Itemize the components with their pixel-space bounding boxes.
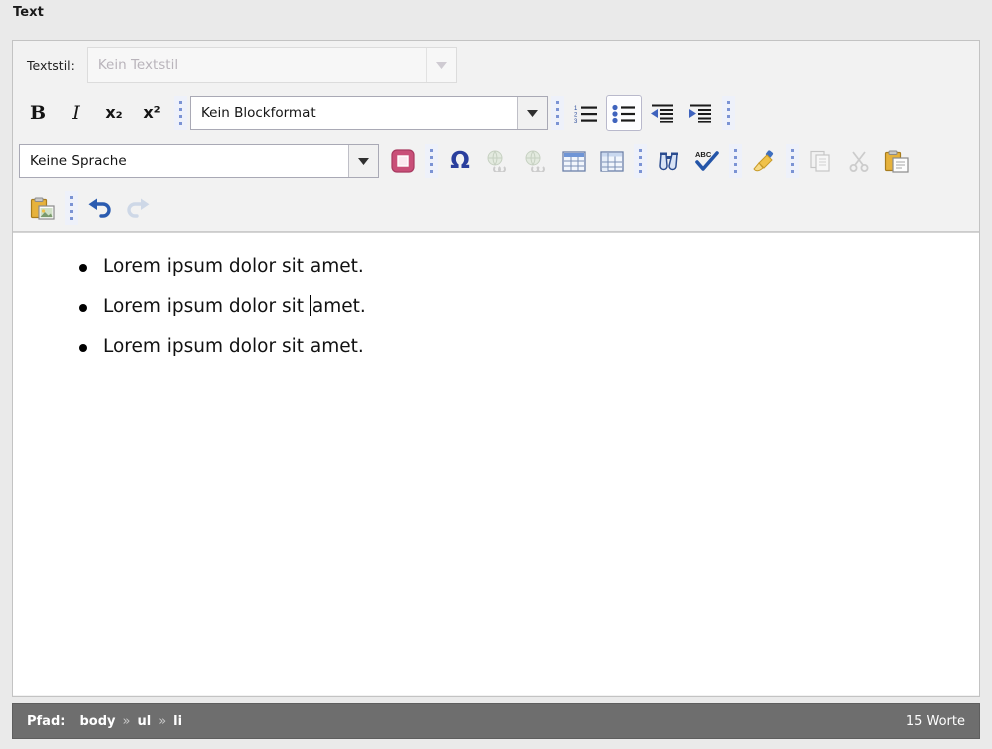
superscript-button[interactable]: x² bbox=[134, 95, 170, 131]
breadcrumb: Pfad: body » ul » li bbox=[27, 714, 182, 729]
breadcrumb-item-ul[interactable]: ul bbox=[137, 714, 151, 729]
list-item[interactable]: Lorem ipsum dolor sit amet. bbox=[79, 287, 979, 327]
breadcrumb-item-body[interactable]: body bbox=[79, 714, 115, 729]
breadcrumb-separator: » bbox=[158, 713, 167, 729]
broom-icon bbox=[753, 150, 774, 172]
editor-statusbar: Pfad: body » ul » li 15 Worte bbox=[12, 703, 980, 739]
table-icon bbox=[562, 150, 586, 172]
spellcheck-button[interactable]: ABC bbox=[689, 143, 725, 179]
redo-icon bbox=[127, 198, 150, 218]
table-header-icon bbox=[600, 150, 624, 172]
bullet-list: Lorem ipsum dolor sit amet. Lorem ipsum … bbox=[13, 247, 979, 367]
find-replace-button[interactable] bbox=[651, 143, 687, 179]
copy-button[interactable] bbox=[803, 143, 839, 179]
toolbar-separator bbox=[722, 96, 735, 130]
rich-text-editor: Textstil: Kein Textstil B I x₂ x² Kein B… bbox=[12, 40, 980, 697]
text-cursor bbox=[309, 295, 311, 316]
unlink-button[interactable] bbox=[518, 143, 554, 179]
chevron-down-icon bbox=[348, 145, 378, 177]
list-item[interactable]: Lorem ipsum dolor sit amet. bbox=[79, 247, 979, 287]
italic-button[interactable]: I bbox=[58, 95, 94, 131]
scissors-icon bbox=[849, 151, 869, 172]
indent-button[interactable] bbox=[682, 95, 718, 131]
special-char-button[interactable]: Ω bbox=[442, 143, 478, 179]
toolbar-separator bbox=[729, 144, 742, 178]
outdent-icon bbox=[651, 104, 673, 123]
italic-icon: I bbox=[72, 101, 80, 124]
editor-content-area[interactable]: Lorem ipsum dolor sit amet. Lorem ipsum … bbox=[13, 232, 979, 695]
outdent-button[interactable] bbox=[644, 95, 680, 131]
paste-icon bbox=[884, 150, 909, 173]
toolbar-separator bbox=[65, 191, 78, 225]
cut-button[interactable] bbox=[841, 143, 877, 179]
paste-image-button[interactable] bbox=[25, 190, 61, 226]
undo-icon bbox=[88, 198, 111, 218]
toolbar-row-2: B I x₂ x² Kein Blockformat 1 2 3 bbox=[13, 89, 979, 137]
insert-table-button[interactable] bbox=[556, 143, 592, 179]
insert-link-button[interactable] bbox=[480, 143, 516, 179]
toolbar-row-4 bbox=[13, 185, 979, 231]
bullet-list-button[interactable] bbox=[606, 95, 642, 131]
sprache-select-value: Keine Sprache bbox=[30, 153, 127, 169]
word-count: 15 Worte bbox=[905, 713, 965, 729]
chevron-down-icon bbox=[517, 97, 547, 129]
omega-icon: Ω bbox=[450, 147, 470, 174]
toolbar-separator bbox=[551, 96, 564, 130]
svg-text:ABC: ABC bbox=[695, 150, 712, 159]
toolbar-separator bbox=[425, 144, 438, 178]
svg-text:3: 3 bbox=[574, 119, 578, 123]
toolbar-separator bbox=[634, 144, 647, 178]
textstil-select-value: Kein Textstil bbox=[97, 57, 179, 73]
globe-unlink-icon bbox=[525, 150, 545, 172]
table-props-button[interactable] bbox=[594, 143, 630, 179]
binoculars-icon bbox=[659, 152, 678, 171]
anchor-icon bbox=[391, 149, 415, 173]
subscript-icon: x₂ bbox=[105, 103, 123, 122]
breadcrumb-item-li[interactable]: li bbox=[173, 714, 182, 729]
toolbar-separator bbox=[174, 96, 187, 130]
breadcrumb-separator: » bbox=[122, 713, 131, 729]
subscript-button[interactable]: x₂ bbox=[96, 95, 132, 131]
sprache-select[interactable]: Keine Sprache bbox=[19, 144, 379, 178]
numbered-list-icon: 1 2 3 bbox=[574, 106, 597, 123]
toolbar-separator bbox=[786, 144, 799, 178]
globe-link-icon bbox=[487, 150, 506, 172]
list-item-text-before: Lorem ipsum dolor sit bbox=[103, 296, 310, 317]
redo-button[interactable] bbox=[120, 190, 156, 226]
bold-icon: B bbox=[29, 101, 47, 124]
svg-text:1: 1 bbox=[574, 106, 578, 112]
blockformat-select-value: Kein Blockformat bbox=[201, 105, 316, 121]
anchor-button[interactable] bbox=[385, 143, 421, 179]
bullet-list-icon bbox=[612, 104, 635, 123]
undo-button[interactable] bbox=[82, 190, 118, 226]
list-item-text: Lorem ipsum dolor sit amet. bbox=[103, 336, 364, 357]
bold-button[interactable]: B bbox=[20, 95, 56, 131]
chevron-down-icon bbox=[425, 48, 456, 82]
paste-image-icon bbox=[30, 197, 55, 220]
list-item-text-after: amet. bbox=[311, 296, 366, 317]
toolbar-row-3: Keine Sprache Ω ABC bbox=[13, 137, 979, 185]
list-item-text: Lorem ipsum dolor sit amet. bbox=[103, 256, 364, 277]
remove-format-button[interactable] bbox=[746, 143, 782, 179]
toolbar-row-1: Textstil: Kein Textstil bbox=[13, 41, 979, 89]
textstil-label: Textstil: bbox=[27, 57, 75, 73]
textstil-select[interactable]: Kein Textstil bbox=[86, 47, 457, 83]
page-title: Text bbox=[13, 5, 44, 20]
indent-icon bbox=[689, 104, 711, 123]
spellcheck-icon: ABC bbox=[695, 150, 719, 171]
svg-text:2: 2 bbox=[574, 113, 578, 119]
numbered-list-button[interactable]: 1 2 3 bbox=[568, 95, 604, 131]
path-label: Pfad: bbox=[27, 713, 66, 729]
blockformat-select[interactable]: Kein Blockformat bbox=[190, 96, 548, 130]
editor-toolbar: Textstil: Kein Textstil B I x₂ x² Kein B… bbox=[13, 41, 979, 232]
superscript-icon: x² bbox=[143, 103, 161, 122]
copy-icon bbox=[810, 150, 830, 172]
paste-button[interactable] bbox=[879, 143, 915, 179]
list-item[interactable]: Lorem ipsum dolor sit amet. bbox=[79, 327, 979, 367]
